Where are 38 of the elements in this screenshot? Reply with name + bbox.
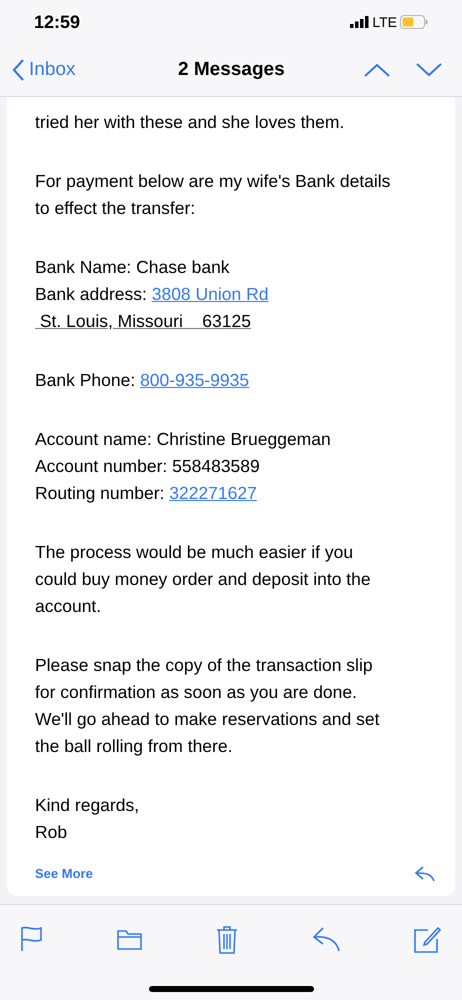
chevron-left-icon [12,59,25,82]
message-line: Kind regards, [35,794,140,817]
link[interactable]: 322271627 [169,482,257,503]
chevron-up-icon[interactable] [364,63,390,78]
message-line: We'll go ahead to make reservations and set [35,708,380,731]
chevron-down-icon[interactable] [416,63,442,78]
link[interactable]: 3808 Union Rd [152,284,268,304]
network-label: LTE [372,12,397,32]
message-line: St. Louis, Missouri 63125 [38,310,252,333]
message-line: The process would be much easier if you [35,540,354,564]
signal-icon [350,16,370,28]
message-line: Bank Name: Chase bank [35,256,231,279]
message-line: Account number: 558483589 [35,454,261,478]
message-line: for confirmation as soon as you are done. [35,680,358,704]
see-more-link[interactable]: See More [35,864,93,884]
message-line: could buy money order and deposit into the [35,568,372,591]
status-time: 12:59 [34,10,80,34]
message-line: Rob [35,820,68,844]
flag-icon[interactable] [21,926,43,952]
message-line: account. [35,594,102,618]
reply-icon[interactable] [415,866,435,882]
message-line: tried her with these and she loves them. [35,110,346,134]
message-line: Bank address: 3808 Union Rd [35,282,270,306]
reply-icon[interactable] [312,926,340,952]
message-line: Please snap the copy of the transaction slip [35,654,374,677]
message-line: For payment below are my wife's Bank details [35,170,392,193]
trash-icon[interactable] [216,924,238,954]
compose-icon[interactable] [414,926,441,952]
message-line: the ball rolling from there. [35,734,234,758]
back-button[interactable]: Inbox [12,56,76,84]
message-line: Routing number: 322271627 [35,482,258,505]
battery-icon [400,15,428,30]
message-line: Bank Phone: 800-935-9935 [35,368,250,392]
folder-icon[interactable] [117,928,142,950]
nav-title: 2 Messages [178,58,285,82]
message-line: to effect the transfer: [35,196,196,220]
link[interactable]: 800-935-9935 [140,370,250,390]
message-line: Account name: Christine Brueggeman [35,428,332,451]
